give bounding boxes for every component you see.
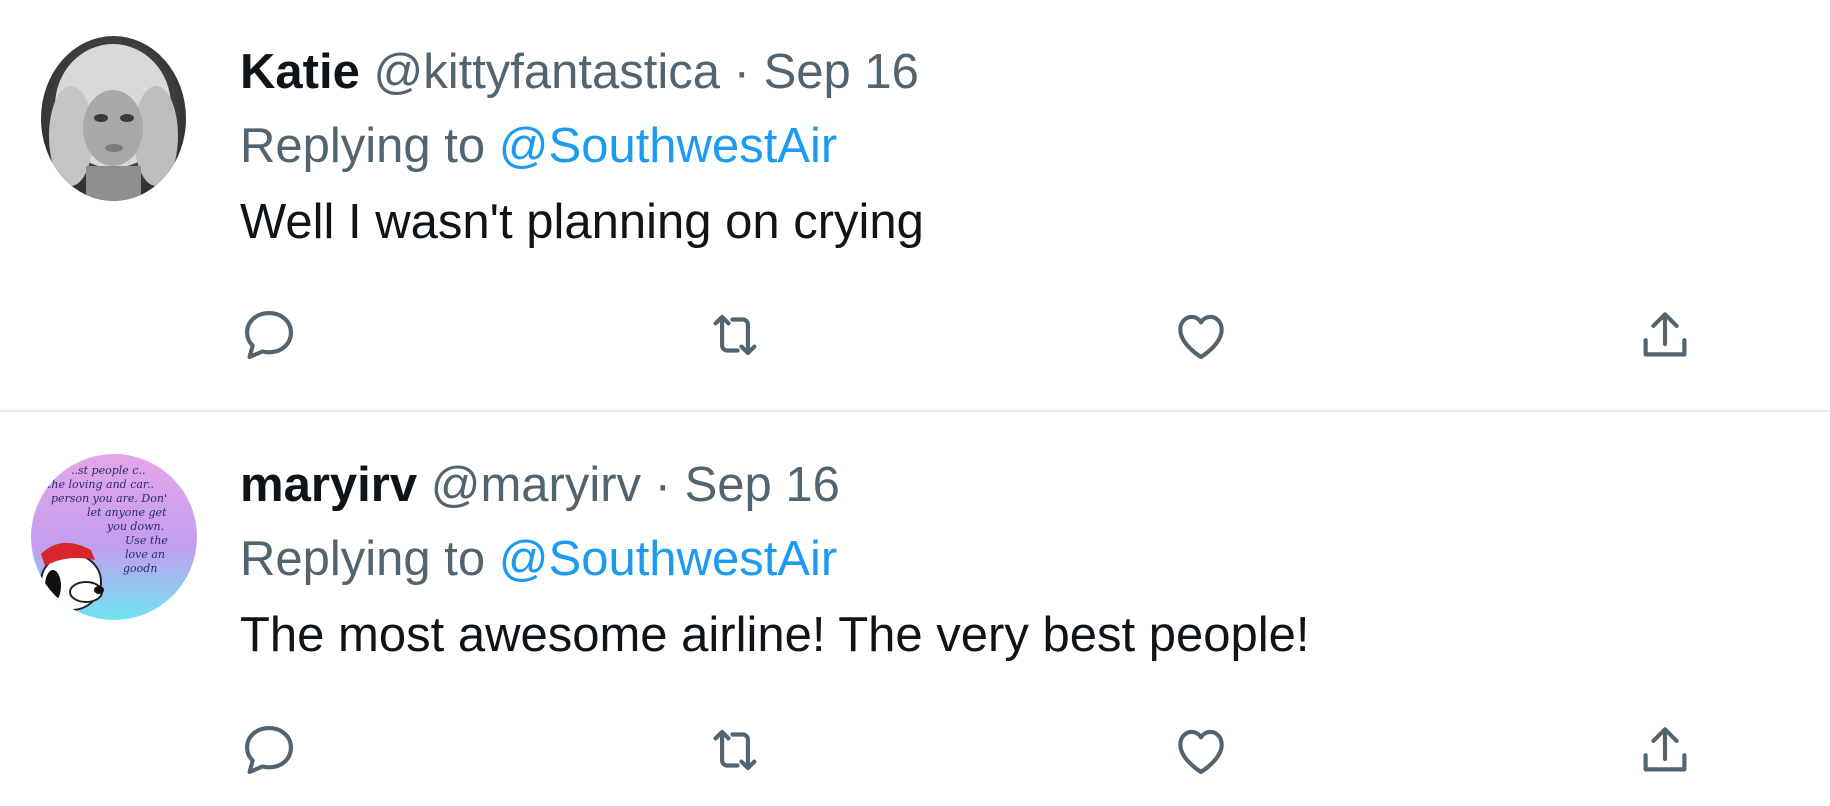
separator-dot: · — [654, 458, 671, 512]
tweet-text: The most awesome airline! The very best … — [240, 608, 1310, 662]
retweet-icon — [713, 729, 757, 771]
mention-link[interactable]: @SouthwestAir — [499, 532, 837, 586]
svg-text:you down.: you down. — [106, 520, 164, 533]
display-name[interactable]: maryirv — [240, 458, 417, 512]
reply-button[interactable] — [234, 300, 304, 370]
replying-to-label: Replying to — [240, 532, 499, 586]
reply-icon — [244, 725, 294, 775]
share-icon — [1643, 312, 1687, 357]
svg-text:person you are. Don': person you are. Don' — [51, 492, 167, 505]
reply-feed: Katie @kittyfantastica · Sep 16 Replying… — [0, 0, 1830, 806]
tweet-date[interactable]: Sep 16 — [685, 458, 840, 512]
tweet-text: Well I wasn't planning on crying — [240, 195, 924, 249]
action-bar — [0, 715, 1830, 785]
avatar[interactable]: ..st people c.. the loving and car.. per… — [31, 454, 197, 620]
svg-text:the loving and car..: the loving and car.. — [47, 478, 154, 491]
tweet-header: maryirv @maryirv · Sep 16 — [240, 455, 840, 515]
display-name[interactable]: Katie — [240, 45, 360, 99]
user-handle[interactable]: @kittyfantastica — [373, 45, 720, 99]
svg-text:let anyone get: let anyone get — [87, 506, 167, 519]
svg-text:Use the: Use the — [125, 534, 168, 547]
replying-to: Replying to @SouthwestAir — [240, 529, 837, 589]
svg-text:goodn: goodn — [123, 562, 157, 575]
tweet-date[interactable]: Sep 16 — [764, 45, 919, 99]
tweet[interactable]: Katie @kittyfantastica · Sep 16 Replying… — [0, 0, 1830, 410]
action-bar — [0, 300, 1830, 370]
like-icon — [1178, 314, 1224, 360]
replying-to-label: Replying to — [240, 119, 499, 173]
profile-photo — [41, 36, 186, 201]
retweet-icon — [713, 314, 757, 356]
like-button[interactable] — [1166, 300, 1236, 370]
mention-link[interactable]: @SouthwestAir — [499, 119, 837, 173]
like-button[interactable] — [1166, 715, 1236, 785]
svg-text:..st people c..: ..st people c.. — [71, 464, 145, 477]
share-icon — [1643, 727, 1687, 772]
share-button[interactable] — [1630, 715, 1700, 785]
retweet-button[interactable] — [700, 715, 770, 785]
tweet[interactable]: ..st people c.. the loving and car.. per… — [0, 412, 1830, 806]
tweet-header: Katie @kittyfantastica · Sep 16 — [240, 42, 919, 102]
svg-text:love an: love an — [125, 548, 165, 561]
snoopy-avatar-image: ..st people c.. the loving and car.. per… — [31, 454, 197, 620]
retweet-button[interactable] — [700, 300, 770, 370]
separator-dot: · — [733, 45, 750, 99]
avatar[interactable] — [41, 36, 186, 201]
reply-icon — [244, 310, 294, 360]
user-handle[interactable]: @maryirv — [431, 458, 641, 512]
replying-to: Replying to @SouthwestAir — [240, 116, 837, 176]
like-icon — [1178, 729, 1224, 775]
share-button[interactable] — [1630, 300, 1700, 370]
reply-button[interactable] — [234, 715, 304, 785]
